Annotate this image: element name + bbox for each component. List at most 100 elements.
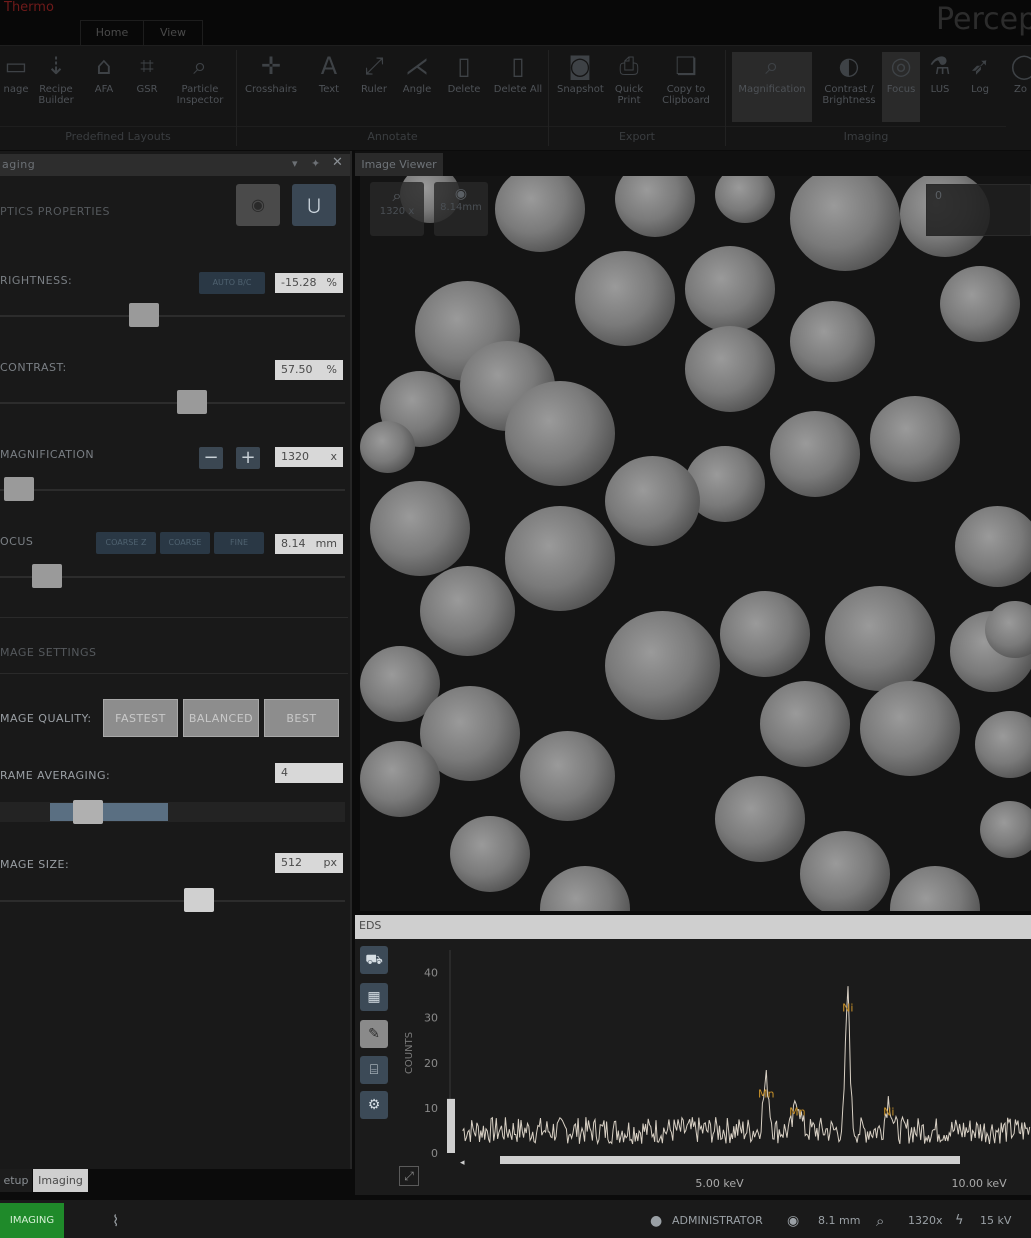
- quality-fastest-button[interactable]: FASTEST: [103, 699, 178, 737]
- particle: [575, 251, 675, 346]
- tab-home[interactable]: Home: [80, 20, 144, 45]
- ribbon-button-label: Snapshot: [557, 84, 604, 95]
- mode-badge: IMAGING: [0, 1203, 64, 1238]
- y-tick-label: 30: [424, 1012, 438, 1025]
- ribbon-button-delete[interactable]: ▯ Delete: [441, 52, 487, 122]
- frame-averaging-field[interactable]: 4: [275, 763, 343, 783]
- particle: [615, 176, 695, 237]
- particle: [790, 301, 875, 382]
- ribbon-button-label: GSR: [136, 84, 158, 95]
- magnification-readout[interactable]: ⌕ 1320 x: [370, 182, 424, 236]
- focus-field[interactable]: 8.14 mm: [275, 534, 343, 554]
- brightness-field[interactable]: -15.28%: [275, 273, 343, 293]
- ribbon-button-angle[interactable]: ⋌ Angle: [398, 52, 436, 122]
- eds-settings-button[interactable]: ⚙: [360, 1091, 388, 1119]
- eye-toggle-button[interactable]: ◉: [236, 184, 280, 226]
- scroll-left-arrow: ◂: [460, 1158, 465, 1168]
- magnet-icon: ⋃: [307, 195, 321, 214]
- frame-averaging-label: RAME AVERAGING:: [0, 769, 111, 782]
- magnification-slider-track[interactable]: [0, 489, 345, 491]
- pin-icon[interactable]: ✦: [311, 157, 320, 170]
- ribbon-button-magnification[interactable]: ⌕ Magnification: [732, 52, 812, 122]
- eds-title: EDS: [359, 919, 382, 932]
- magnification-slider-thumb[interactable]: [4, 477, 34, 501]
- tab-setup[interactable]: etup: [0, 1169, 32, 1192]
- ribbon-button-snapshot[interactable]: ◙ Snapshot: [557, 52, 604, 122]
- angle-icon: ⋌: [405, 52, 429, 80]
- brightness-slider-track[interactable]: [0, 315, 345, 317]
- gears-icon: ⚙: [367, 1097, 381, 1113]
- y-tick-label: 0: [431, 1147, 438, 1160]
- user-name[interactable]: ADMINISTRATOR: [672, 1208, 763, 1234]
- ribbon-button-label: Copy to Clipboard: [662, 84, 710, 106]
- particle: [605, 611, 720, 721]
- ribbon-button-particle-inspector[interactable]: ⌕ Particle Inspector: [170, 52, 230, 122]
- voltage-status: 15 kV: [980, 1214, 1012, 1227]
- particle: [685, 326, 775, 412]
- particle-field: [360, 176, 1031, 911]
- focus-icon: ◎: [890, 52, 912, 80]
- rss-icon[interactable]: ⌇: [112, 1208, 119, 1234]
- magnification-increase-button[interactable]: +: [236, 447, 260, 469]
- eds-spectrum-chart[interactable]: COUNTS 0 10 20 30 40 Mn Mn Ni Ni ◂ 5.00 keV 10.00 ke…: [400, 940, 1031, 1200]
- ribbon-button-recipe-builder[interactable]: ⇣ Recipe Builder: [33, 52, 79, 122]
- contrast-slider-track[interactable]: [0, 402, 345, 404]
- focus-slider-thumb[interactable]: [32, 564, 62, 588]
- eds-edit-button[interactable]: ✎: [360, 1020, 388, 1048]
- eds-open-button[interactable]: ⌸: [360, 1056, 388, 1084]
- ribbon-button-label: Crosshairs: [245, 84, 297, 95]
- image-size-field[interactable]: 512 px: [275, 853, 343, 873]
- eds-acquire-button[interactable]: ⛟: [360, 946, 388, 974]
- gsr-icon: ⌗: [140, 52, 154, 80]
- coarse-button[interactable]: COARSE: [160, 532, 210, 554]
- contrast-field[interactable]: 57.50%: [275, 360, 343, 380]
- ribbon-button-crosshairs[interactable]: ✛ Crosshairs: [240, 52, 302, 122]
- brightness-slider-thumb[interactable]: [129, 303, 159, 327]
- magnification-field[interactable]: 1320 x: [275, 447, 343, 467]
- ribbon-button-focus[interactable]: ◎ Focus: [882, 52, 920, 122]
- quality-balanced-button[interactable]: BALANCED: [183, 699, 259, 737]
- image-settings-section-title: MAGE SETTINGS: [0, 646, 97, 659]
- tab-view[interactable]: View: [143, 20, 203, 45]
- ribbon-button-nage[interactable]: ▭ nage: [0, 52, 32, 122]
- afa-icon: ⌂: [96, 52, 112, 80]
- ribbon-button-log[interactable]: ➶ Log: [960, 52, 1000, 122]
- ribbon-button-copy-to-clipboard[interactable]: ❏ Copy to Clipboard: [660, 52, 712, 122]
- particle: [450, 816, 530, 892]
- imaging-panel: [0, 151, 352, 1169]
- magnet-toggle-button[interactable]: ⋃: [292, 184, 336, 226]
- coarse-z-button[interactable]: COARSE Z: [96, 532, 156, 554]
- ribbon-button-text[interactable]: A Text: [312, 52, 346, 122]
- table-icon: ▦: [367, 989, 381, 1005]
- ribbon-button-zo[interactable]: ◯ Zo: [1010, 52, 1031, 122]
- y-tick-label: 40: [424, 967, 438, 980]
- image-size-slider-thumb[interactable]: [184, 888, 214, 912]
- ribbon-button-lus[interactable]: ⚗ LUS: [922, 52, 958, 122]
- ribbon-button-ruler[interactable]: ⤢ Ruler: [355, 52, 393, 122]
- ribbon-button-delete-all[interactable]: ▯ Delete All: [493, 52, 543, 122]
- eds-table-button[interactable]: ▦: [360, 983, 388, 1011]
- tab-imaging[interactable]: Imaging: [33, 1169, 88, 1192]
- contrast-slider-thumb[interactable]: [177, 390, 207, 414]
- ribbon-button-afa[interactable]: ⌂ AFA: [85, 52, 123, 122]
- tab-image-viewer[interactable]: Image Viewer: [355, 153, 443, 176]
- particle: [975, 711, 1031, 778]
- ribbon-button-gsr[interactable]: ⌗ GSR: [128, 52, 166, 122]
- clipboard-icon: ❏: [675, 52, 697, 80]
- close-icon[interactable]: ✕: [332, 155, 343, 170]
- x-tick-label: 5.00 keV: [695, 1177, 744, 1190]
- ribbon-button-quick-print[interactable]: ⎙ Quick Print: [610, 52, 648, 122]
- panel-menu-icon[interactable]: ▾: [292, 157, 298, 170]
- auto-bc-button[interactable]: AUTO B/C: [199, 272, 265, 294]
- particle: [505, 381, 615, 486]
- search-icon: ⌕: [876, 1212, 885, 1230]
- magnification-decrease-button[interactable]: −: [199, 447, 223, 469]
- working-distance-readout[interactable]: ◉ 8.14mm: [434, 182, 488, 236]
- particle: [360, 421, 415, 474]
- fine-button[interactable]: FINE: [214, 532, 264, 554]
- ribbon-button-contrast-brightness[interactable]: ◐ Contrast / Brightness: [818, 52, 880, 122]
- ribbon-button-label: AFA: [94, 84, 114, 95]
- quality-best-button[interactable]: BEST: [264, 699, 339, 737]
- frame-averaging-slider-thumb[interactable]: [73, 800, 103, 824]
- image-size-slider-track[interactable]: [0, 900, 345, 902]
